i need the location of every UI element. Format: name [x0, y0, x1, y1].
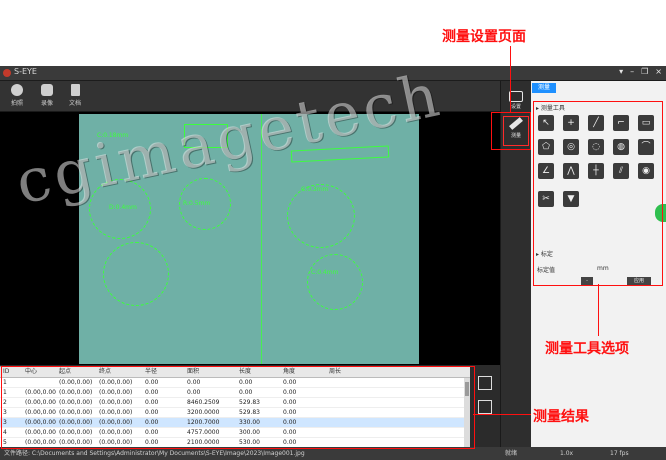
status-mid: 1.0x — [560, 450, 574, 457]
record-button[interactable]: 录像 — [34, 84, 60, 110]
measure-rectangle[interactable] — [184, 124, 228, 148]
tab-measure[interactable]: 测量 — [532, 83, 557, 93]
settings-button[interactable]: 设置 — [504, 87, 528, 115]
file-button[interactable]: 文档 — [62, 84, 88, 110]
settings-label: 设置 — [510, 104, 521, 110]
status-fps: 17 fps — [610, 450, 629, 457]
camera-icon — [11, 84, 23, 96]
menu-button[interactable]: ▾ — [619, 67, 623, 76]
measure-line[interactable] — [290, 145, 390, 163]
image-viewer[interactable]: C:0.18mm D:0.4mm C:0.3mm R:0.5mm C:0.4mm — [0, 112, 500, 365]
app-logo-icon — [3, 69, 11, 77]
callout-highlight-measure — [491, 112, 531, 150]
measure-label: C:0.18mm — [97, 132, 129, 139]
measure-circle[interactable] — [103, 242, 169, 306]
callout-settings-page: 测量设置页面 — [442, 29, 526, 45]
record-label: 录像 — [40, 100, 53, 107]
maximize-button[interactable]: ❐ — [641, 67, 648, 76]
export-icon[interactable] — [478, 376, 492, 390]
title-bar: S-EYE ▾ – ❐ × — [0, 66, 666, 81]
app-title: S-EYE — [14, 67, 37, 76]
capture-label: 拍照 — [10, 100, 23, 107]
measure-label: D:0.4mm — [109, 204, 137, 211]
main-toolbar: 拍照 录像 文档 — [0, 81, 500, 112]
microscope-image[interactable]: C:0.18mm D:0.4mm C:0.3mm R:0.5mm C:0.4mm — [79, 114, 419, 364]
callout-highlight-results — [1, 366, 475, 449]
callout-tool-options: 测量工具选项 — [545, 341, 629, 357]
file-label: 文档 — [68, 100, 81, 107]
record-icon — [41, 84, 53, 96]
measure-label: R:0.5mm — [183, 200, 211, 207]
callout-connector — [473, 414, 531, 415]
window-controls: ▾ – ❐ × — [619, 67, 662, 76]
status-left: 就绪 — [505, 450, 518, 457]
measure-circle[interactable] — [287, 184, 355, 248]
measure-label: C:0.3mm — [301, 186, 329, 193]
measure-circle[interactable] — [307, 254, 363, 310]
camera-settings-icon — [509, 91, 523, 102]
capture-button[interactable]: 拍照 — [4, 84, 30, 110]
crosshair-line — [261, 114, 262, 364]
callout-connector — [598, 284, 599, 336]
measure-label: C:0.4mm — [311, 269, 339, 276]
close-button[interactable]: × — [655, 67, 662, 76]
add-icon[interactable] — [478, 400, 492, 414]
document-icon — [70, 84, 80, 96]
callout-connector — [510, 46, 511, 112]
callout-highlight-tools — [533, 101, 663, 286]
callout-results: 测量结果 — [533, 409, 589, 425]
minimize-button[interactable]: – — [630, 67, 634, 76]
